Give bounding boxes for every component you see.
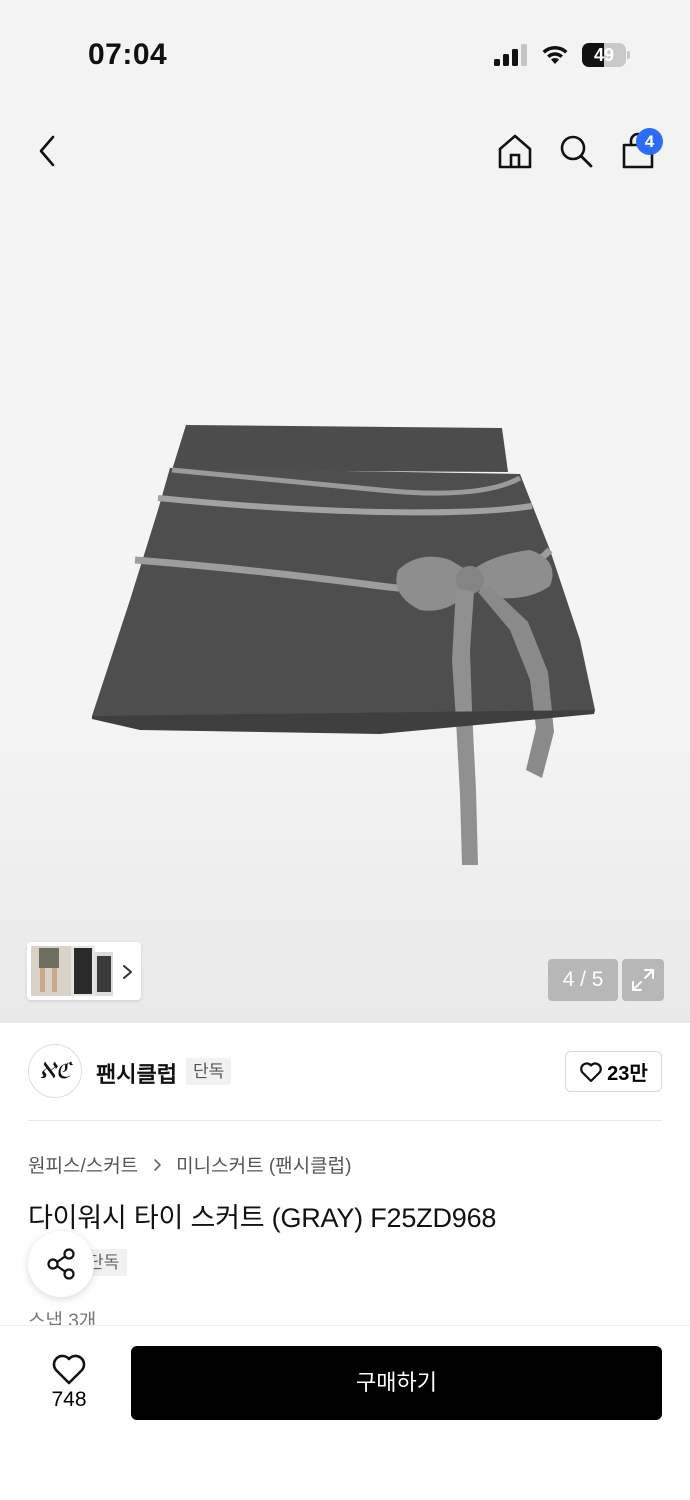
breadcrumb: 원피스/스커트 미니스커트 (팬시클럽): [28, 1151, 351, 1178]
battery-icon: 49: [582, 43, 630, 67]
cellular-signal-icon: [494, 44, 527, 66]
breadcrumb-subcategory[interactable]: 미니스커트 (팬시클럽): [176, 1151, 351, 1178]
image-page-counter: 4 / 5: [548, 959, 618, 1001]
chevron-right-icon[interactable]: [118, 960, 138, 984]
brand-logo-mark: ℵℭ: [39, 1058, 71, 1084]
share-button[interactable]: [28, 1231, 94, 1297]
brand-name[interactable]: 팬시클럽: [96, 1057, 177, 1089]
back-button[interactable]: [24, 127, 72, 175]
product-gallery[interactable]: 07:04 49 4 4 / 5: [0, 0, 690, 1023]
chevron-left-icon: [39, 135, 55, 167]
product-title: 다이워시 타이 스커트 (GRAY) F25ZD968: [28, 1203, 497, 1233]
wishlist-count: 748: [51, 1388, 87, 1411]
share-icon: [47, 1248, 75, 1280]
home-icon: [498, 134, 532, 169]
product-image[interactable]: [80, 410, 610, 890]
status-bar: 07:04 49: [0, 0, 690, 100]
heart-icon: [52, 1354, 86, 1385]
buy-button[interactable]: 구매하기: [131, 1346, 662, 1420]
brand-logo[interactable]: ℵℭ: [28, 1044, 82, 1098]
chevron-right-icon: [154, 1158, 161, 1171]
brand-like-button[interactable]: 23만: [565, 1051, 662, 1092]
expand-icon: [632, 969, 654, 991]
cart-count-badge: 4: [636, 128, 663, 155]
wishlist-button[interactable]: 748: [36, 1347, 102, 1417]
wifi-icon: [542, 45, 568, 64]
search-button[interactable]: [552, 127, 600, 175]
heart-icon: [580, 1061, 603, 1082]
battery-level: 49: [593, 45, 615, 65]
home-button[interactable]: [491, 127, 539, 175]
search-icon: [560, 135, 593, 168]
brand-like-count: 23만: [607, 1063, 648, 1085]
breadcrumb-category[interactable]: 원피스/스커트: [28, 1151, 138, 1178]
divider: [28, 1120, 662, 1121]
status-time: 07:04: [88, 38, 168, 71]
exclusive-badge: 단독: [186, 1058, 232, 1085]
fullscreen-button[interactable]: [622, 959, 664, 1001]
